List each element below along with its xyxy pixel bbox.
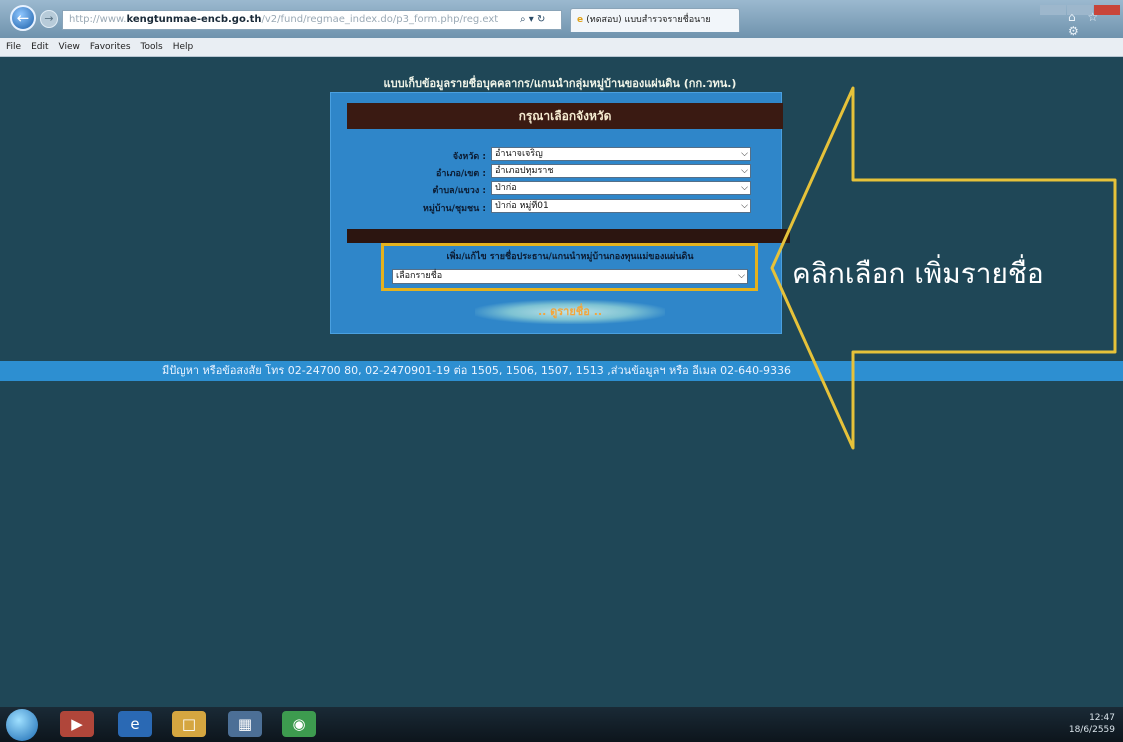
app-icon[interactable]: ▦ xyxy=(228,711,262,737)
address-bar[interactable]: http://www.kengtunmae-encb.go.th/v2/fund… xyxy=(62,10,562,30)
subdistrict-value: ป่าก่อ xyxy=(495,183,517,193)
district-select[interactable]: อำเภอปทุมราช ⌵ xyxy=(491,164,751,178)
page-title: แบบเก็บข้อมูลรายชื่อบุคคลากร/แกนนำกลุ่มห… xyxy=(383,77,737,90)
file-explorer-icon[interactable]: □ xyxy=(172,711,206,737)
menu-file[interactable]: File xyxy=(6,42,21,52)
minimize-button[interactable] xyxy=(1040,5,1066,15)
chevron-down-icon: ⌵ xyxy=(741,201,748,211)
subdistrict-label: ตำบล/แขวง : xyxy=(432,186,486,196)
chevron-down-icon: ⌵ xyxy=(738,271,745,281)
village-select[interactable]: ป่าก่อ หมู่ที่01 ⌵ xyxy=(491,199,751,213)
province-value: อำนาจเจริญ xyxy=(495,149,543,159)
menubar: File Edit View Favorites Tools Help xyxy=(0,38,1123,57)
favicon-icon: e xyxy=(577,15,587,25)
menu-help[interactable]: Help xyxy=(173,42,194,52)
address-path: /v2/fund/regmae_index.do/p3_form.php/reg… xyxy=(261,14,499,25)
home-favorites-settings-icons[interactable]: ⌂ ☆ ⚙ xyxy=(1068,10,1118,38)
district-label: อำเภอ/เขต : xyxy=(436,169,486,179)
view-list-button[interactable]: .. ดูรายชื่อ .. xyxy=(475,300,665,324)
window-controls xyxy=(1040,0,1123,15)
add-member-select[interactable]: เลือกรายชื่อ ⌵ xyxy=(392,269,748,284)
internet-explorer-icon[interactable]: e xyxy=(118,711,152,737)
address-prefix: http://www. xyxy=(69,14,127,25)
address-actions[interactable]: ⌕ ▾ ↻ xyxy=(520,11,566,29)
province-label: จังหวัด : xyxy=(452,152,486,162)
menu-edit[interactable]: Edit xyxy=(31,42,48,52)
menu-tools[interactable]: Tools xyxy=(141,42,163,52)
callout-text: คลิกเลือก เพิ่มรายชื่อ xyxy=(792,257,1044,290)
view-list-label: ดูรายชื่อ xyxy=(550,305,590,318)
province-select[interactable]: อำนาจเจริญ ⌵ xyxy=(491,147,751,161)
line-chat-icon[interactable]: ◉ xyxy=(282,711,316,737)
back-button[interactable]: ← xyxy=(10,5,36,31)
menu-favorites[interactable]: Favorites xyxy=(90,42,131,52)
village-value: ป่าก่อ หมู่ที่01 xyxy=(495,201,549,211)
panel-divider xyxy=(347,229,790,243)
chevron-down-icon: ⌵ xyxy=(741,166,748,176)
chevron-down-icon: ⌵ xyxy=(741,149,748,159)
subdistrict-select[interactable]: ป่าก่อ ⌵ xyxy=(491,181,751,195)
browser-tab[interactable]: e (ทดสอบ) แบบสำรวจรายชื่อนาย xyxy=(570,8,740,32)
panel-header: กรุณาเลือกจังหวัด xyxy=(347,103,783,129)
menu-view[interactable]: View xyxy=(59,42,80,52)
chevron-down-icon: ⌵ xyxy=(741,183,748,193)
tray-date: 18/6/2559 xyxy=(1068,725,1115,735)
add-member-label: เพิ่ม/แก้ไข รายชื่อประธาน/แกนนำหมู่บ้านก… xyxy=(446,252,694,262)
media-player-icon[interactable]: ▶ xyxy=(60,711,94,737)
tab-title: (ทดสอบ) แบบสำรวจรายชื่อนาย xyxy=(586,15,711,25)
address-host: kengtunmae-encb.go.th xyxy=(126,14,262,25)
village-label: หมู่บ้าน/ชุมชน : xyxy=(422,204,486,214)
forward-button[interactable]: → xyxy=(40,10,58,28)
start-button-icon[interactable] xyxy=(6,709,38,741)
district-value: อำเภอปทุมราช xyxy=(495,166,554,176)
add-member-value: เลือกรายชื่อ xyxy=(396,271,443,281)
tray-time: 12:47 xyxy=(1089,713,1115,723)
system-tray[interactable]: 12:47 18/6/2559 xyxy=(945,712,1123,738)
